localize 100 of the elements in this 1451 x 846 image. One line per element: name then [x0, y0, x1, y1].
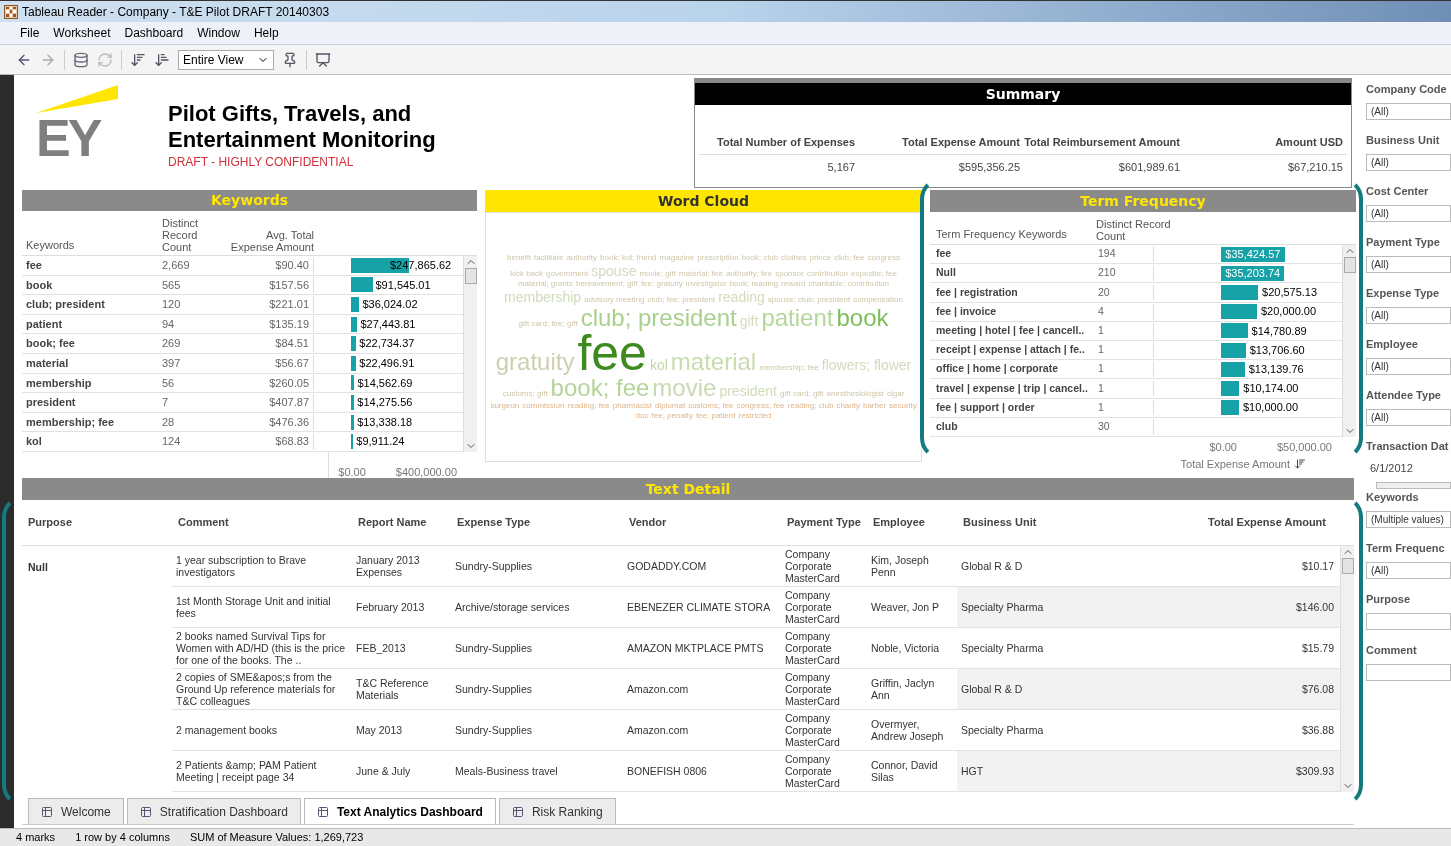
refresh-icon[interactable]	[97, 51, 113, 68]
cloud-word[interactable]: authority; fee	[725, 269, 773, 279]
sheet-tab[interactable]: Welcome	[28, 798, 124, 824]
cloud-word[interactable]: gratuity	[495, 349, 575, 375]
filter-dropdown[interactable]: (All)	[1366, 204, 1451, 222]
cloud-word[interactable]: diplomat	[654, 401, 686, 411]
cloud-word[interactable]: doc	[635, 411, 649, 421]
sort-descending-icon[interactable]	[130, 51, 146, 68]
sort-ascending-icon[interactable]	[154, 51, 170, 68]
sheet-tab[interactable]: Stratification Dashboard	[126, 798, 301, 824]
pin-icon[interactable]	[282, 51, 298, 68]
cloud-word[interactable]: reading	[718, 289, 765, 305]
sort-icon[interactable]	[1294, 457, 1306, 470]
cloud-word[interactable]: bereavement; gift	[576, 279, 638, 289]
cloud-word[interactable]: prince	[809, 253, 832, 263]
filter-dropdown[interactable]: (Multiple values)	[1366, 510, 1451, 528]
cloud-word[interactable]: charity	[836, 401, 860, 411]
cloud-word[interactable]: magazine	[659, 253, 695, 263]
cloud-word[interactable]: anesthesiologist	[826, 389, 884, 399]
cloud-word[interactable]: gift	[739, 313, 759, 329]
menu-item[interactable]: File	[20, 24, 40, 42]
cloud-word[interactable]: reading; club	[787, 401, 834, 411]
filter-dropdown[interactable]: (All)	[1366, 306, 1451, 324]
cloud-word[interactable]: book; reading	[729, 279, 779, 289]
scrollbar[interactable]	[1340, 546, 1354, 792]
cloud-word[interactable]: gift card; fee; gift	[518, 319, 578, 329]
scrollbar[interactable]	[463, 256, 477, 452]
cloud-word[interactable]: movie	[652, 375, 717, 401]
menu-item[interactable]: Help	[253, 24, 279, 42]
cloud-word[interactable]: kick back	[510, 269, 544, 279]
cloud-word[interactable]: movie; gift	[639, 269, 676, 279]
cloud-word[interactable]: membership	[504, 289, 582, 305]
filter-dropdown[interactable]: (All)	[1366, 561, 1451, 579]
cloud-word[interactable]: surgeon	[490, 401, 520, 411]
cloud-word[interactable]: material; fee	[678, 269, 723, 279]
cloud-word[interactable]: security	[889, 401, 917, 411]
cloud-word[interactable]: flowers; flower	[821, 357, 912, 373]
cloud-word[interactable]: barber	[862, 401, 887, 411]
sheet-tab[interactable]: Text Analytics Dashboard	[303, 798, 496, 824]
cloud-word[interactable]: investigator	[685, 279, 727, 289]
filter-dropdown[interactable]: (All)	[1366, 255, 1451, 273]
cloud-word[interactable]: restricted	[738, 411, 772, 421]
cloud-word[interactable]: patient	[761, 305, 834, 331]
cloud-word[interactable]: book; club	[741, 253, 779, 263]
cloud-word[interactable]: facilitate	[534, 253, 564, 263]
cloud-word[interactable]: government	[546, 269, 589, 279]
cloud-word[interactable]: customs; fee	[688, 401, 734, 411]
bar-fill[interactable]: $35,424.57	[1221, 246, 1285, 262]
cloud-word[interactable]: gift card; gift	[780, 389, 824, 399]
scroll-thumb[interactable]	[464, 268, 477, 284]
cloud-word[interactable]: fee; patient	[695, 411, 736, 421]
scroll-thumb[interactable]	[1341, 558, 1354, 574]
cloud-word[interactable]: material; grants	[517, 279, 574, 289]
filter-dropdown[interactable]	[1366, 663, 1451, 681]
filter-dropdown[interactable]: (All)	[1366, 153, 1451, 171]
cloud-word[interactable]: kol	[649, 357, 668, 373]
cloud-word[interactable]: reward	[781, 279, 806, 289]
cloud-word[interactable]: club; president	[580, 305, 737, 331]
database-icon[interactable]	[73, 51, 89, 68]
scroll-thumb[interactable]	[1343, 257, 1356, 273]
cloud-word[interactable]: fee; penalty	[651, 411, 693, 421]
cloud-word[interactable]: book; kol; friend	[600, 253, 657, 263]
cloud-word[interactable]: customs; gift	[502, 389, 548, 399]
cloud-word[interactable]: book; fee	[550, 375, 650, 401]
cloud-word[interactable]: advisory meeting	[584, 295, 645, 305]
cloud-word[interactable]: congress; fee	[736, 401, 785, 411]
cloud-word[interactable]: club; fee	[834, 253, 865, 263]
cloud-word[interactable]: fee	[577, 331, 647, 375]
cloud-word[interactable]: benefit	[507, 253, 532, 263]
filter-dropdown[interactable]: (All)	[1366, 408, 1451, 426]
cloud-word[interactable]: authority	[566, 253, 598, 263]
cloud-word[interactable]: prescription	[697, 253, 739, 263]
cloud-word[interactable]: reading; fee	[567, 401, 610, 411]
cloud-word[interactable]: material	[670, 349, 757, 375]
menu-item[interactable]: Worksheet	[53, 24, 111, 42]
cloud-word[interactable]: spouse; club; president	[767, 295, 851, 305]
filter-dropdown[interactable]: (All)	[1366, 102, 1451, 120]
cloud-word[interactable]: sponsor	[775, 269, 804, 279]
cloud-word[interactable]: congress	[867, 253, 900, 263]
cloud-word[interactable]: membership; fee	[759, 363, 819, 373]
cloud-word[interactable]: compensation	[853, 295, 903, 305]
cloud-word[interactable]: pharmacist	[612, 401, 652, 411]
cloud-word[interactable]: book	[836, 305, 889, 331]
view-select[interactable]: Entire View	[178, 49, 274, 70]
cloud-word[interactable]: charitable; contribution	[808, 279, 890, 289]
filter-dropdown[interactable]: (All)	[1366, 357, 1451, 375]
sheet-tab[interactable]: Risk Ranking	[498, 798, 616, 824]
filter-dropdown[interactable]	[1366, 612, 1451, 630]
cloud-word[interactable]: cigar	[886, 389, 905, 399]
cloud-word[interactable]: clothes	[781, 253, 807, 263]
menu-item[interactable]: Dashboard	[124, 24, 184, 42]
scrollbar[interactable]	[1342, 245, 1356, 437]
cloud-word[interactable]: spouse	[591, 263, 637, 279]
presentation-icon[interactable]	[315, 51, 331, 68]
cloud-word[interactable]: contribution	[806, 269, 849, 279]
menu-item[interactable]: Window	[197, 24, 240, 42]
cloud-word[interactable]: club; fee; president	[647, 295, 716, 305]
cloud-word[interactable]: president	[719, 383, 777, 399]
cloud-word[interactable]: commission	[522, 401, 565, 411]
cloud-word[interactable]: expedite; fee	[851, 269, 897, 279]
